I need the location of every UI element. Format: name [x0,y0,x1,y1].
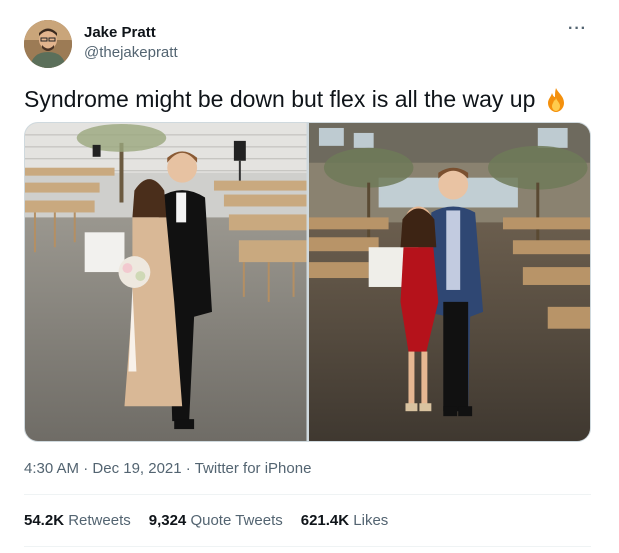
tweet-date[interactable]: Dec 19, 2021 [92,460,181,477]
photo-right[interactable] [308,123,590,441]
photo-left-image [25,123,307,441]
divider [24,546,591,547]
tweet-media[interactable] [24,122,591,442]
tweet-source[interactable]: Twitter for iPhone [195,460,312,477]
author-avatar[interactable] [24,20,72,68]
tweet-text: Syndrome might be down but flex is all t… [24,86,569,113]
tweet-time[interactable]: 4:30 AM [24,460,79,477]
divider [24,494,591,495]
fire-emoji-icon [548,87,565,112]
quote-tweets-label: Quote Tweets [190,512,283,529]
likes-count: 621.4K [300,512,350,529]
retweets-count: 54.2K [24,512,65,529]
likes-label: Likes [353,512,389,529]
photo-left[interactable] [25,123,307,441]
tweet-card: Jake Pratt @thejakepratt ··· Syndrome mi… [0,0,619,553]
avatar-photo-icon [24,20,72,68]
meta-separator: · [83,460,89,477]
author-handle[interactable]: @thejakepratt [84,44,178,61]
meta-separator: · [185,460,191,477]
retweets-stat[interactable]: 54.2K Retweets [24,512,131,529]
quote-tweets-count: 9,324 [148,512,187,529]
tweet-meta: 4:30 AM · Dec 19, 2021 · Twitter for iPh… [24,460,311,477]
more-options-icon[interactable]: ··· [568,21,587,37]
retweets-label: Retweets [68,512,131,529]
photo-right-image [308,123,590,441]
author-name[interactable]: Jake Pratt [84,24,156,41]
likes-stat[interactable]: 621.4K Likes [301,512,389,529]
engagement-stats: 54.2K Retweets 9,324 Quote Tweets 621.4K… [24,512,388,529]
quote-tweets-stat[interactable]: 9,324 Quote Tweets [149,512,283,529]
tweet-text-body: Syndrome might be down but flex is all t… [24,86,536,112]
